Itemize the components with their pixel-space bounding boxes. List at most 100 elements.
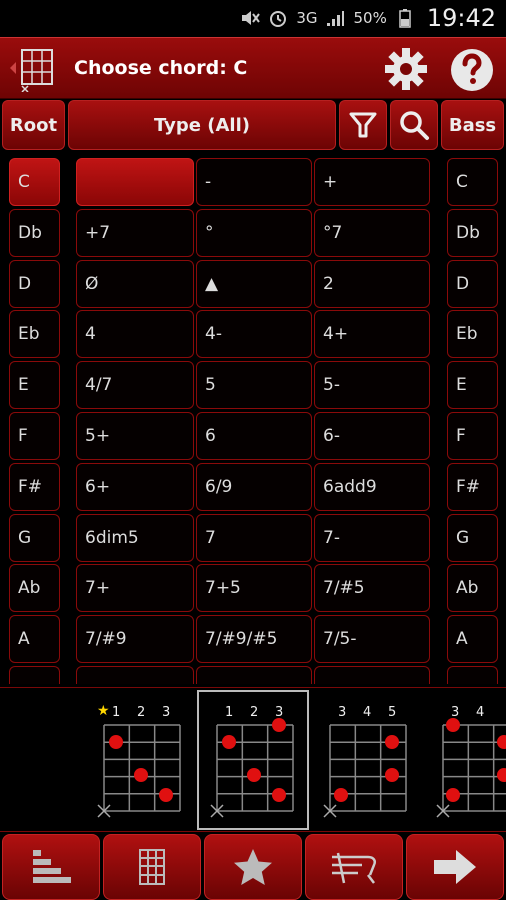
fretboard-grid <box>436 718 506 818</box>
finger-dot <box>272 788 286 802</box>
root-cell[interactable]: F <box>9 412 60 460</box>
bass-cell[interactable]: C <box>447 158 498 206</box>
chord-type-cell[interactable]: 4- <box>196 310 312 358</box>
filter-button[interactable] <box>339 100 387 150</box>
signal-icon <box>327 11 345 26</box>
root-cell[interactable]: F# <box>9 463 60 511</box>
keypad-button[interactable] <box>103 834 201 900</box>
favorites-button[interactable] <box>204 834 302 900</box>
chord-type-cell[interactable]: 6dim5 <box>76 514 194 562</box>
finger-dot <box>446 718 460 732</box>
root-cell[interactable]: E <box>9 361 60 409</box>
chord-type-cell[interactable]: 7/#5 <box>314 564 430 612</box>
root-label: Root <box>9 114 58 136</box>
finger-dot <box>385 768 399 782</box>
chord-type-cell[interactable]: 2 <box>314 260 430 308</box>
arrow-right-icon <box>434 850 476 884</box>
grid-row-partial[interactable] <box>9 666 60 684</box>
grid-row-partial[interactable] <box>196 666 312 684</box>
chord-diagram-icon[interactable] <box>8 46 60 92</box>
root-cell[interactable]: D <box>9 260 60 308</box>
root-header-button[interactable]: Root <box>2 100 65 150</box>
root-cell[interactable]: Ab <box>9 564 60 612</box>
finger-dot <box>222 735 236 749</box>
chord-type-cell[interactable]: 7/5- <box>314 615 430 663</box>
grid-row-partial[interactable] <box>447 666 498 684</box>
finger-dot <box>247 768 261 782</box>
chord-type-cell[interactable]: 4/7 <box>76 361 194 409</box>
chord-type-cell[interactable]: 4+ <box>314 310 430 358</box>
bass-cell[interactable]: G <box>447 514 498 562</box>
chord-type-cell[interactable]: 6add9 <box>314 463 430 511</box>
help-icon[interactable] <box>448 46 496 94</box>
chord-type-cell[interactable]: ▲ <box>196 260 312 308</box>
chord-type-cell[interactable]: 7+ <box>76 564 194 612</box>
bass-header-button[interactable]: Bass <box>441 100 504 150</box>
gear-icon[interactable] <box>383 46 429 92</box>
next-button[interactable] <box>406 834 504 900</box>
finger-dot <box>134 768 148 782</box>
fretboard-button[interactable] <box>305 834 403 900</box>
alarm-icon <box>270 11 287 27</box>
bass-cell[interactable]: Db <box>447 209 498 257</box>
grid-row-partial[interactable] <box>314 666 430 684</box>
chord-type-cell[interactable]: 5+ <box>76 412 194 460</box>
chord-type-cell[interactable]: 6+ <box>76 463 194 511</box>
bass-cell[interactable]: A <box>447 615 498 663</box>
finger-dot <box>272 718 286 732</box>
chord-type-cell[interactable]: +7 <box>76 209 194 257</box>
sort-button[interactable] <box>2 834 100 900</box>
search-button[interactable] <box>390 100 438 150</box>
bass-cell[interactable]: F# <box>447 463 498 511</box>
bass-cell[interactable]: D <box>447 260 498 308</box>
page-title: Choose chord: C <box>74 57 248 79</box>
root-cell[interactable]: Db <box>9 209 60 257</box>
finger-dot <box>385 735 399 749</box>
fretboard-grid <box>323 724 407 818</box>
root-cell[interactable]: A <box>9 615 60 663</box>
fretboard-grid <box>97 724 181 818</box>
chord-type-cell[interactable]: 7/#9 <box>76 615 194 663</box>
chord-type-cell[interactable]: + <box>314 158 430 206</box>
bass-cell[interactable]: F <box>447 412 498 460</box>
bass-cell[interactable]: E <box>447 361 498 409</box>
chord-type-cell[interactable] <box>76 158 194 206</box>
chord-type-cell[interactable]: 7 <box>196 514 312 562</box>
chord-type-cell[interactable]: 7- <box>314 514 430 562</box>
app-header: Choose chord: C <box>0 37 506 99</box>
finger-dot <box>109 735 123 749</box>
network-type: 3G <box>296 9 318 27</box>
finger-dot <box>334 788 348 802</box>
type-label: Type (All) <box>154 114 250 136</box>
finger-dot <box>159 788 173 802</box>
bass-cell[interactable]: Ab <box>447 564 498 612</box>
chord-type-cell[interactable]: °7 <box>314 209 430 257</box>
root-cell[interactable]: G <box>9 514 60 562</box>
filter-icon <box>349 112 377 138</box>
finger-dot <box>446 788 460 802</box>
chord-type-cell[interactable]: 7/#9/#5 <box>196 615 312 663</box>
chord-type-cell[interactable]: ° <box>196 209 312 257</box>
chord-type-cell[interactable]: - <box>196 158 312 206</box>
bass-label: Bass <box>448 114 497 136</box>
status-bar: 3G 50% 19:42 <box>0 0 506 36</box>
type-filter-button[interactable]: Type (All) <box>68 100 336 150</box>
sort-icon <box>33 850 71 883</box>
clock: 19:42 <box>426 4 496 32</box>
search-icon <box>400 111 429 140</box>
chord-type-cell[interactable]: Ø <box>76 260 194 308</box>
root-cell[interactable]: C <box>9 158 60 206</box>
chord-type-cell[interactable]: 6 <box>196 412 312 460</box>
chord-type-cell[interactable]: 6- <box>314 412 430 460</box>
chord-type-cell[interactable]: 7+5 <box>196 564 312 612</box>
chord-type-cell[interactable]: 5- <box>314 361 430 409</box>
keypad-icon <box>139 849 165 885</box>
mute-icon <box>242 11 261 25</box>
battery-icon <box>399 9 411 28</box>
chord-type-cell[interactable]: 5 <box>196 361 312 409</box>
bass-cell[interactable]: Eb <box>447 310 498 358</box>
chord-type-cell[interactable]: 6/9 <box>196 463 312 511</box>
grid-row-partial[interactable] <box>76 666 194 684</box>
chord-type-cell[interactable]: 4 <box>76 310 194 358</box>
root-cell[interactable]: Eb <box>9 310 60 358</box>
